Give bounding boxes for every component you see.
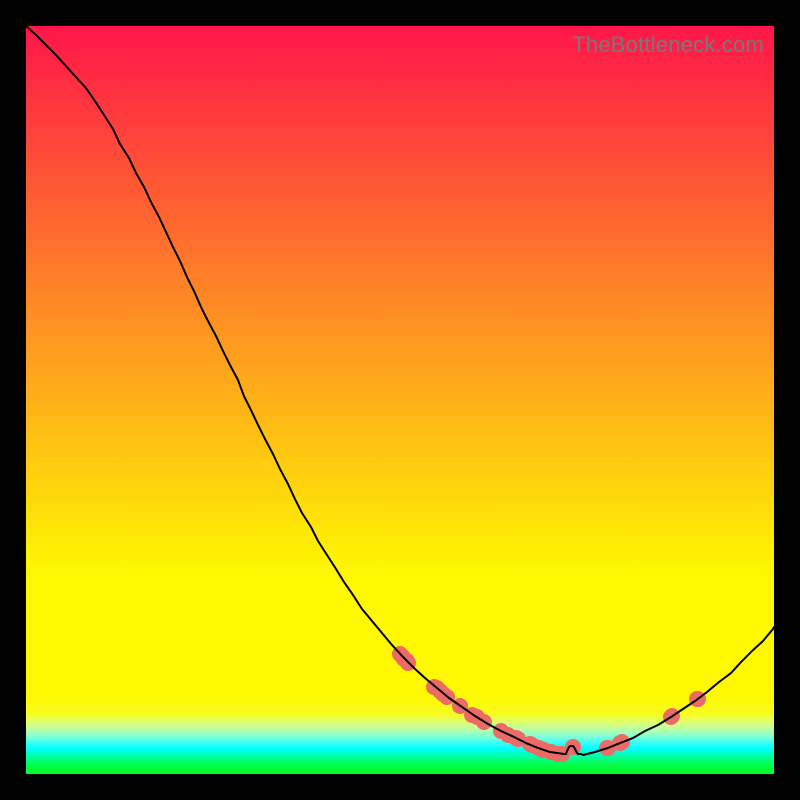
bottleneck-chart xyxy=(26,26,774,774)
chart-frame: TheBottleneck.com xyxy=(26,26,774,774)
watermark-label: TheBottleneck.com xyxy=(572,32,764,58)
